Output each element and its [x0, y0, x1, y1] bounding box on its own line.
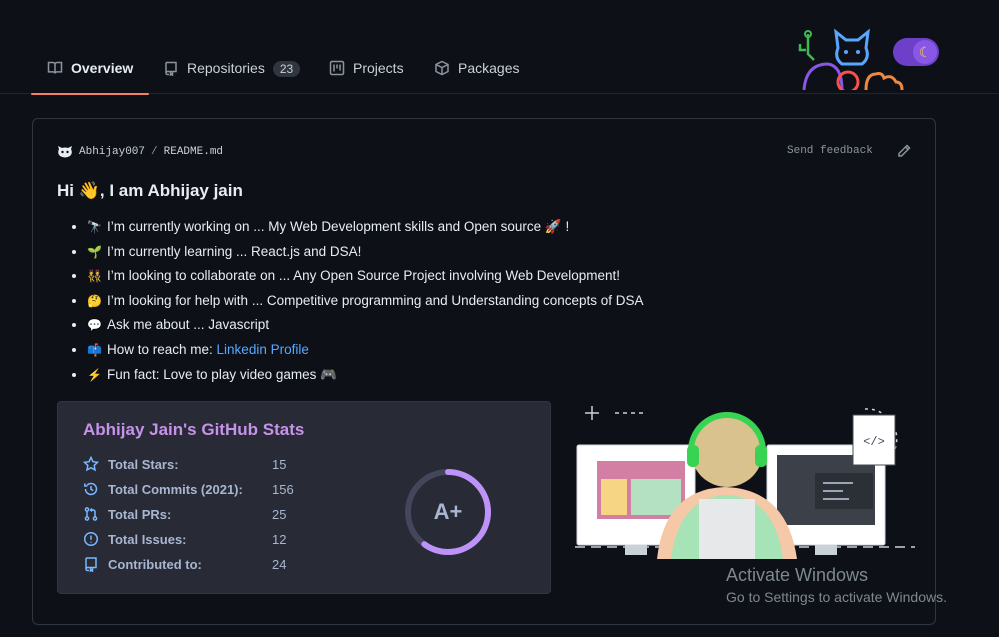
speech-bubble-icon: 💬: [87, 318, 102, 333]
about-list: 🔭 I’m currently working on ... My Web Dev…: [87, 217, 644, 389]
issue-icon: [83, 531, 99, 547]
stat-value: 25: [272, 506, 287, 522]
moon-icon: ☾: [913, 40, 937, 64]
star-icon: [83, 456, 99, 472]
telescope-icon: 🔭: [87, 220, 102, 234]
list-item: ⚡ Fun fact: Love to play video games 🎮: [87, 365, 644, 390]
book-icon: [47, 61, 63, 74]
stat-value: 156: [272, 481, 294, 497]
smiley-icon: [58, 146, 72, 158]
readme-card: Abhijay007 / README.md Send feedback Hi …: [32, 118, 936, 625]
package-icon: [435, 60, 449, 76]
theme-toggle[interactable]: ☾: [893, 38, 939, 66]
octocat-logo-icon: [798, 28, 904, 90]
stat-row-contributed: Contributed to: 24: [83, 554, 286, 574]
profile-tab-bar: Overview Repositories 23 Projects Packag…: [0, 0, 999, 95]
tab-repositories[interactable]: Repositories 23: [163, 50, 301, 94]
mailbox-icon: 📫: [87, 342, 102, 357]
list-item: 👯 I’m looking to collaborate on ... Any O…: [87, 266, 644, 291]
lightning-icon: ⚡: [87, 367, 102, 382]
path-separator: /: [151, 146, 158, 158]
list-item-text: How to reach me:: [107, 341, 217, 357]
developer-illustration-icon: </>: [575, 406, 915, 559]
list-item: 🤔 I’m looking for help with ... Competiti…: [87, 291, 644, 316]
dancers-icon: 👯: [87, 269, 102, 284]
heading-name: , I am Abhijay jain: [99, 181, 243, 200]
list-item: 🌱 I’m currently learning ... React.js and…: [87, 242, 644, 267]
stats-title: Abhijay Jain's GitHub Stats: [83, 420, 305, 439]
list-item-text: I’m looking for help with ... Competitiv…: [107, 292, 644, 308]
stat-value: 12: [272, 531, 287, 547]
stat-row-issues: Total Issues: 12: [83, 529, 286, 549]
stat-label: Total Commits (2021):: [108, 481, 243, 497]
watermark-title: Activate Windows: [726, 565, 869, 585]
tab-projects[interactable]: Projects: [329, 50, 404, 94]
list-item: 📫 How to reach me: Linkedin Profile: [87, 340, 644, 365]
readme-file-name: README.md: [163, 146, 224, 158]
list-item-text: I’m currently learning ... React.js and …: [107, 243, 362, 259]
github-stats-card: Abhijay Jain's GitHub Stats Total Stars:…: [57, 401, 551, 594]
tab-packages[interactable]: Packages: [434, 50, 519, 94]
linkedin-profile-link[interactable]: Linkedin Profile: [217, 342, 309, 357]
heading-prefix: Hi: [57, 181, 79, 200]
stat-label: Total PRs:: [108, 506, 172, 522]
grade-label: A+: [433, 499, 463, 524]
stat-row-stars: Total Stars: 15: [83, 454, 286, 474]
thinking-icon: 🤔: [87, 293, 102, 308]
stat-row-prs: Total PRs: 25: [83, 504, 286, 524]
tab-label: Repositories: [187, 60, 265, 76]
list-item-text: I’m looking to collaborate on ... Any Op…: [107, 268, 621, 284]
list-item-text: Ask me about ... Javascript: [107, 317, 270, 333]
repo-icon: [85, 557, 97, 572]
tab-label: Projects: [353, 60, 404, 76]
list-item: 💬 Ask me about ... Javascript: [87, 315, 644, 340]
tab-label: Packages: [458, 60, 520, 76]
project-icon: [329, 60, 345, 76]
history-icon: [84, 482, 98, 496]
readme-breadcrumb: Abhijay007 / README.md: [57, 145, 223, 159]
stat-value: 15: [272, 456, 287, 472]
repo-icon: [165, 61, 177, 76]
readme-owner-link[interactable]: Abhijay007: [79, 146, 145, 158]
stat-label: Total Issues:: [108, 531, 187, 547]
seedling-icon: 🌱: [87, 244, 102, 259]
svg-text:</>: </>: [863, 435, 885, 449]
list-item: 🔭 I’m currently working on ... My Web Dev…: [87, 217, 644, 242]
list-item-text: Fun fact: Love to play video games 🎮: [107, 366, 337, 382]
stat-label: Total Stars:: [108, 456, 179, 472]
pull-request-icon: [84, 507, 98, 521]
stat-value: 24: [272, 556, 287, 572]
windows-activation-watermark: Activate Windows Go to Settings to activ…: [726, 565, 947, 605]
tab-overview[interactable]: Overview: [30, 50, 150, 95]
stat-label: Contributed to:: [108, 556, 202, 572]
pencil-icon[interactable]: [896, 143, 912, 159]
tab-label: Overview: [71, 60, 134, 76]
watermark-subtitle: Go to Settings to activate Windows.: [726, 589, 947, 605]
stat-row-commits: Total Commits (2021): 156: [83, 479, 294, 499]
wave-icon: 👋: [78, 181, 100, 200]
readme-heading: Hi 👋, I am Abhijay jain: [57, 181, 243, 201]
repo-count-badge: 23: [272, 61, 301, 77]
send-feedback-link[interactable]: Send feedback: [787, 145, 873, 157]
list-item-text: I’m currently working on ... My Web Deve…: [107, 219, 570, 234]
